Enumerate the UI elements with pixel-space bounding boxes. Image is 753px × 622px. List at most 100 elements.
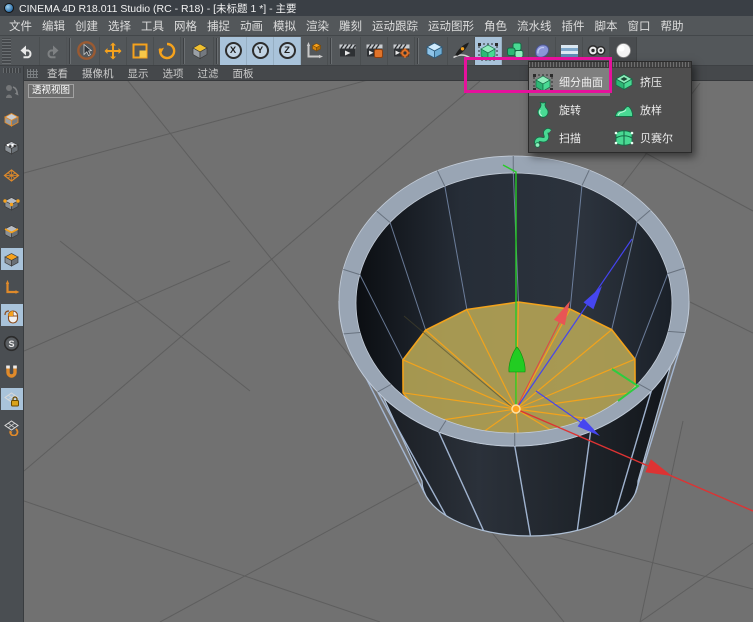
viewport-menu-display[interactable]: 显示 [123,66,158,81]
make-editable-button[interactable] [1,80,23,102]
popup-item-loft[interactable]: 放样 [610,96,691,124]
menu-item-help[interactable]: 帮助 [656,16,689,36]
render-to-picture-viewer-button[interactable] [361,37,388,65]
workplane-align-button[interactable] [1,416,23,438]
render-settings-button[interactable] [388,37,415,65]
rotate-icon [157,41,177,61]
subdivision-surface-icon [532,71,554,93]
add-primitive-button[interactable] [421,37,448,65]
points-mode-button[interactable] [1,192,23,214]
left-tool-palette: S [0,66,24,622]
viewport-menu-cameras[interactable]: 摄像机 [77,66,123,81]
x-axis-arrow[interactable] [645,459,672,476]
light-icon [613,40,634,61]
viewport-menu-options[interactable]: 选项 [158,66,193,81]
popup-item-sweep[interactable]: 扫描 [529,124,610,152]
move-tool-button[interactable] [100,37,127,65]
generator-popup: 细分曲面 挤压 旋转 放样 扫描 贝赛尔 [528,61,692,153]
popup-item-bezier[interactable]: 贝赛尔 [610,124,691,152]
window-title: CINEMA 4D R18.011 Studio (RC - R18) - [未… [19,1,297,16]
texture-mode-button[interactable] [1,136,23,158]
popup-item-lathe[interactable]: 旋转 [529,96,610,124]
menu-item-mesh[interactable]: 网格 [169,16,202,36]
palette-grip[interactable] [3,68,21,73]
render-settings-icon [391,40,412,61]
x-axis-lock-button[interactable]: X [220,37,247,65]
polygons-mode-icon [3,251,20,268]
snapping-toggle-button[interactable] [1,360,23,382]
subdivision-surface-generators-button[interactable] [475,37,502,65]
axis-mode-icon [3,279,20,296]
title-bar: CINEMA 4D R18.011 Studio (RC - R18) - [未… [0,0,753,16]
menu-item-create[interactable]: 创建 [70,16,103,36]
menu-item-animate[interactable]: 动画 [235,16,268,36]
snap-letter: S [8,338,14,348]
bezier-icon [613,127,635,149]
perspective-viewport[interactable]: 透视视图 [24,81,753,622]
menu-item-sculpt[interactable]: 雕刻 [334,16,367,36]
menu-item-select[interactable]: 选择 [103,16,136,36]
popup-item-subdivision-surface[interactable]: 细分曲面 [529,68,610,96]
menu-item-script[interactable]: 脚本 [590,16,623,36]
points-mode-icon [3,195,20,212]
viewport-menu-grip-icon[interactable] [27,69,38,78]
workplane-rotate-icon [3,419,20,436]
menu-item-character[interactable]: 角色 [479,16,512,36]
viewport-menu-panel[interactable]: 面板 [228,66,263,81]
gizmo-center[interactable] [512,405,520,413]
last-tool-button[interactable] [187,37,214,65]
y-axis-lock-button[interactable]: Y [247,37,274,65]
viewport-menu-view[interactable]: 查看 [42,66,77,81]
tweak-mode-button[interactable] [1,304,23,326]
menu-item-simulate[interactable]: 模拟 [268,16,301,36]
render-picture-icon [364,40,385,61]
live-selection-icon [76,40,97,61]
mouse-icon [3,307,20,324]
edges-mode-button[interactable] [1,220,23,242]
render-view-button[interactable] [334,37,361,65]
popup-item-extrude[interactable]: 挤压 [610,68,691,96]
viewport-menu-filter[interactable]: 过滤 [193,66,228,81]
menu-item-render[interactable]: 渲染 [301,16,334,36]
menu-item-file[interactable]: 文件 [4,16,37,36]
sweep-icon [532,127,554,149]
menu-item-tools[interactable]: 工具 [136,16,169,36]
popup-grid: 细分曲面 挤压 旋转 放样 扫描 贝赛尔 [529,68,691,152]
model-mode-icon [3,111,20,128]
popup-item-label: 扫描 [559,130,581,146]
workplane-mode-button[interactable] [1,164,23,186]
extrude-icon [613,71,635,93]
polygons-mode-button[interactable] [1,248,23,270]
make-editable-icon [3,83,20,100]
menu-item-motion-tracker[interactable]: 运动跟踪 [367,16,423,36]
menu-item-snap[interactable]: 捕捉 [202,16,235,36]
toolbar-grip[interactable] [2,38,11,64]
undo-button[interactable] [13,37,40,65]
z-axis-lock-button[interactable]: Z [274,37,301,65]
model-mode-button[interactable] [1,108,23,130]
menu-item-mograph[interactable]: 运动图形 [423,16,479,36]
redo-button[interactable] [40,37,67,65]
lock-workplane-button[interactable] [1,388,23,410]
view-label[interactable]: 透视视图 [28,84,74,98]
menu-item-edit[interactable]: 编辑 [37,16,70,36]
scale-tool-button[interactable] [127,37,154,65]
popup-item-label: 放样 [640,102,662,118]
menu-item-pipeline[interactable]: 流水线 [512,16,557,36]
live-selection-button[interactable] [73,37,100,65]
y-axis-label: Y [252,42,269,59]
z-axis-label: Z [279,42,296,59]
coordinate-system-button[interactable] [301,37,328,65]
move-icon [103,41,123,61]
deformer-icon [532,40,553,61]
menu-item-window[interactable]: 窗口 [623,16,656,36]
menu-item-plugins[interactable]: 插件 [557,16,590,36]
app-icon [4,3,14,13]
snap-settings-button[interactable]: S [1,332,23,354]
undo-icon [16,41,36,61]
rotate-tool-button[interactable] [154,37,181,65]
subdivision-surface-icon [477,40,499,62]
spline-pen-button[interactable] [448,37,475,65]
axis-mode-button[interactable] [1,276,23,298]
modeling-objects-button[interactable] [502,37,529,65]
